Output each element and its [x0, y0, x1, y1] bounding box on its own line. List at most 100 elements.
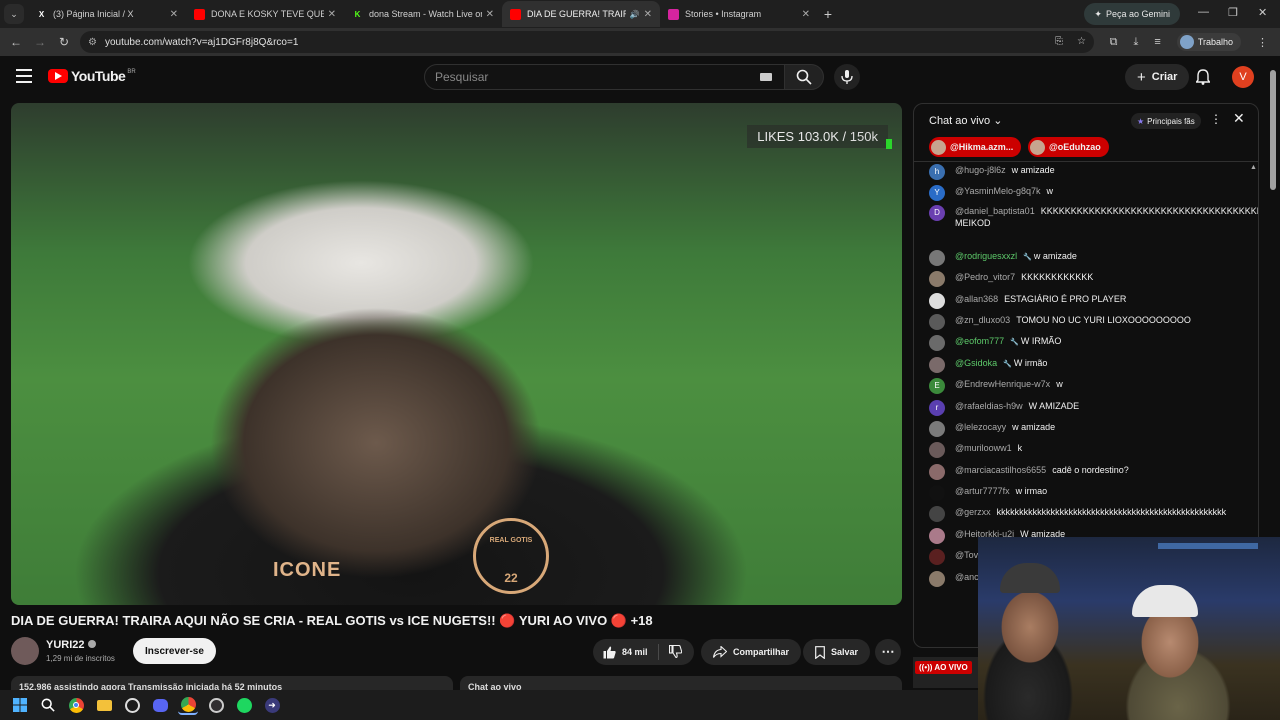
chat-author-avatar[interactable]: [929, 464, 945, 480]
browser-tab[interactable]: Stories • Instagram ✕: [660, 1, 818, 27]
close-tab-icon[interactable]: ✕: [486, 9, 494, 20]
browser-tab[interactable]: DONA E KOSKY TEVE QUE INTE ✕: [186, 1, 344, 27]
more-actions-button[interactable]: ⋯: [875, 639, 901, 665]
search-button[interactable]: [784, 64, 824, 90]
pinned-member-chip[interactable]: @Hikma.azm...: [929, 137, 1022, 157]
chat-author-avatar[interactable]: E: [929, 378, 945, 394]
chat-author-name[interactable]: @Gsidoka: [955, 358, 997, 368]
chat-author-name[interactable]: @rafaeldias-h9w: [955, 401, 1023, 411]
chrome-profile-icon[interactable]: [178, 695, 198, 715]
chat-author-avatar[interactable]: [929, 335, 945, 351]
chat-message[interactable]: @gerzxx kkkkkkkkkkkkkkkkkkkkkkkkkkkkkkkkk…: [929, 506, 1239, 522]
taskbar-search-icon[interactable]: [38, 695, 58, 715]
profile-button[interactable]: Trabalho: [1176, 33, 1241, 51]
chat-author-name[interactable]: @allan368: [955, 294, 998, 304]
subscribe-button[interactable]: Inscrever-se: [133, 638, 216, 664]
cast-icon[interactable]: ⎘: [1055, 36, 1063, 47]
account-avatar[interactable]: V: [1232, 66, 1254, 88]
chat-message[interactable]: @lelezocayy w amizade: [929, 421, 1239, 437]
chat-author-avatar[interactable]: [929, 271, 945, 287]
top-fans-button[interactable]: ★ Principais fãs: [1131, 113, 1201, 129]
chat-message[interactable]: @allan368 ESTAGIÁRIO É PRO PLAYER: [929, 293, 1239, 309]
chat-message[interactable]: @murilooww1 k: [929, 442, 1239, 458]
chat-author-avatar[interactable]: [929, 485, 945, 501]
tab-search-icon[interactable]: ⌄: [4, 4, 24, 24]
notifications-bell-icon[interactable]: [1195, 69, 1211, 90]
new-tab-icon[interactable]: +: [818, 6, 838, 22]
chat-author-avatar[interactable]: Y: [929, 185, 945, 201]
browser-tab[interactable]: Kdona Stream - Watch Live on K ✕: [344, 1, 502, 27]
keyboard-icon[interactable]: [760, 73, 772, 81]
close-tab-icon[interactable]: ✕: [644, 9, 652, 20]
close-tab-icon[interactable]: ✕: [328, 9, 336, 20]
chat-author-name[interactable]: @daniel_baptista01: [955, 206, 1035, 216]
chat-author-avatar[interactable]: [929, 528, 945, 544]
dislike-button[interactable]: [659, 644, 692, 660]
chat-message[interactable]: h @hugo-j8l6z w amizade: [929, 164, 1239, 180]
chat-author-avatar[interactable]: [929, 442, 945, 458]
close-tab-icon[interactable]: ✕: [802, 9, 810, 20]
browser-tab[interactable]: DIA DE GUERRA! TRAIRA A 🔊 ✕: [502, 1, 660, 27]
chat-author-avatar[interactable]: D: [929, 205, 945, 221]
obs-icon[interactable]: [206, 695, 226, 715]
channel-name[interactable]: YURI22: [46, 639, 96, 651]
chat-author-name[interactable]: @murilooww1: [955, 443, 1012, 453]
chat-author-avatar[interactable]: [929, 421, 945, 437]
live-recommendation-card[interactable]: ((•)) AO VIVO: [913, 657, 979, 688]
page-scrollbar[interactable]: [1270, 70, 1276, 190]
chat-message[interactable]: @zn_dluxo03 TOMOU NO UC YURI LIOXOOOOOOOO…: [929, 314, 1239, 330]
chat-author-name[interactable]: @artur7777fx: [955, 486, 1010, 496]
chat-author-name[interactable]: @rodriguesxxzl: [955, 251, 1017, 261]
restore-icon[interactable]: ❐: [1228, 6, 1238, 19]
youtube-logo[interactable]: YouTube BR: [48, 68, 136, 84]
create-button[interactable]: + Criar: [1125, 64, 1190, 90]
search-input[interactable]: Pesquisar: [424, 64, 785, 90]
close-chat-icon[interactable]: ✕: [1233, 110, 1245, 127]
tab-media-icon[interactable]: ≡: [1154, 36, 1160, 48]
chat-menu-icon[interactable]: ⋮: [1210, 112, 1222, 126]
app-icon[interactable]: [122, 695, 142, 715]
pinned-member-chip[interactable]: @oEduhzao: [1028, 137, 1109, 157]
chat-message[interactable]: D @daniel_baptista01 KKKKKKKKKKKKKKKKKKKKK…: [929, 205, 1258, 229]
close-tab-icon[interactable]: ✕: [170, 9, 178, 20]
chat-message[interactable]: @Gsidoka 🔧 W irmão: [929, 357, 1239, 373]
chat-author-avatar[interactable]: [929, 506, 945, 522]
save-button[interactable]: Salvar: [803, 639, 871, 665]
discord-icon[interactable]: [150, 695, 170, 715]
chat-message[interactable]: @Pedro_vitor7 KKKKKKKKKKKK: [929, 271, 1239, 287]
chat-author-name[interactable]: @hugo-j8l6z: [955, 165, 1006, 175]
chat-scroll-up-icon[interactable]: ▲: [1250, 164, 1257, 171]
chat-message[interactable]: E @EndrewHenrique-w7x w: [929, 378, 1239, 394]
browser-menu-icon[interactable]: ⋮: [1257, 36, 1268, 49]
chrome-icon[interactable]: [66, 695, 86, 715]
chat-author-name[interactable]: @Pedro_vitor7: [955, 272, 1015, 282]
chat-author-name[interactable]: @Tov: [955, 550, 978, 560]
gemini-button[interactable]: ✦ Peça ao Gemini: [1084, 3, 1180, 25]
download-icon[interactable]: ⤓: [1134, 36, 1139, 49]
windows-start-icon[interactable]: [10, 695, 30, 715]
chat-author-avatar[interactable]: [929, 357, 945, 373]
site-info-icon[interactable]: ⚙: [88, 37, 97, 48]
chat-author-name[interactable]: @YasminMelo-g8q7k: [955, 186, 1041, 196]
close-window-icon[interactable]: ✕: [1258, 6, 1267, 19]
speaker-icon[interactable]: 🔊: [630, 10, 640, 19]
voice-search-button[interactable]: [834, 64, 860, 90]
chat-mode-dropdown[interactable]: Chat ao vivo ⌄: [929, 114, 1002, 127]
chat-author-avatar[interactable]: h: [929, 164, 945, 180]
chat-author-name[interactable]: @marciacastilhos6655: [955, 465, 1046, 475]
bookmark-star-icon[interactable]: ☆: [1077, 36, 1086, 47]
minimize-icon[interactable]: —: [1198, 6, 1209, 18]
chat-author-avatar[interactable]: [929, 571, 945, 587]
chat-author-avatar[interactable]: [929, 549, 945, 565]
back-icon[interactable]: ←: [4, 35, 28, 49]
chat-message[interactable]: @eofom777 🔧 W IRMÃO: [929, 335, 1239, 351]
hamburger-menu-icon[interactable]: [16, 69, 32, 87]
chat-author-avatar[interactable]: r: [929, 400, 945, 416]
browser-tab[interactable]: X (3) Página Inicial / X ✕: [28, 1, 186, 27]
chat-message[interactable]: Y @YasminMelo-g8q7k w: [929, 185, 1239, 201]
chat-message[interactable]: @rodriguesxxzl 🔧 w amizade: [929, 250, 1239, 266]
channel-avatar[interactable]: [11, 637, 39, 665]
forward-icon[interactable]: →: [28, 35, 52, 49]
video-player[interactable]: LIKES 103.0K / 150k ICONE REAL GOTIS 22: [11, 103, 902, 605]
chat-author-name[interactable]: @zn_dluxo03: [955, 315, 1010, 325]
